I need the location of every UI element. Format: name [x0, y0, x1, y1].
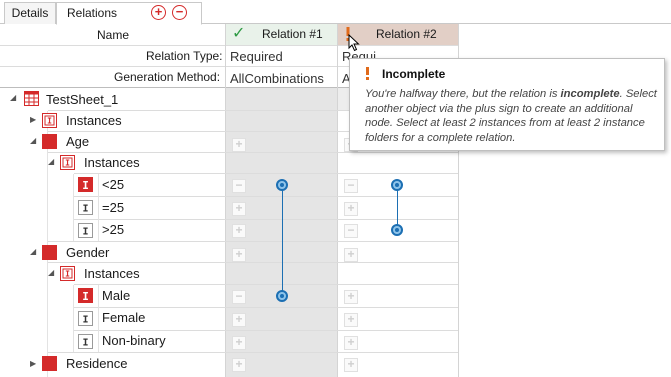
tree-label-age: Age — [66, 134, 90, 149]
tree-label-male: Male — [102, 288, 131, 303]
table-icon — [24, 91, 39, 106]
remove-node-button[interactable]: − — [344, 224, 358, 238]
tooltip-title: Incomplete — [382, 67, 446, 81]
instance-icon: I — [78, 288, 93, 303]
add-node-button[interactable]: + — [232, 224, 246, 238]
add-node-button[interactable]: + — [344, 336, 358, 350]
add-node-button[interactable]: + — [344, 358, 358, 372]
remove-node-button[interactable]: − — [232, 290, 246, 304]
attribute-icon — [42, 245, 57, 260]
relation-type-label: Relation Type: — [146, 49, 223, 63]
add-node-button[interactable]: + — [344, 248, 358, 262]
remove-relation-button[interactable]: − — [172, 5, 187, 20]
tree-label-nonbinary: Non-binary — [102, 333, 166, 348]
instance-folder-icon: I — [60, 266, 75, 281]
relation-2-node-lt25[interactable] — [391, 179, 403, 191]
tab-details-label: Details — [11, 6, 49, 20]
attribute-icon — [42, 134, 57, 149]
attribute-icon — [42, 356, 57, 371]
tree-label-age-instances: Instances — [84, 155, 140, 170]
expand-arrow-icon[interactable]: ◢ — [48, 157, 54, 166]
add-node-button[interactable]: + — [232, 202, 246, 216]
minus-icon: − — [175, 4, 184, 19]
plus-icon: + — [154, 4, 163, 19]
tree-label-gt25: >25 — [102, 222, 125, 237]
relation-1-generation-method[interactable]: AllCombinations — [230, 71, 324, 86]
relation-1-title: Relation #1 — [262, 27, 323, 41]
tab-relations-label: Relations — [67, 6, 118, 20]
svg-text:I: I — [82, 227, 88, 238]
relation-2-title: Relation #2 — [376, 27, 437, 41]
svg-text:I: I — [82, 338, 88, 349]
instance-icon: I — [78, 177, 93, 192]
svg-text:I: I — [65, 159, 70, 168]
svg-text:I: I — [82, 315, 88, 326]
instance-folder-icon: I — [60, 155, 75, 170]
add-node-button[interactable]: + — [344, 290, 358, 304]
tree-label-lt25: <25 — [102, 177, 125, 192]
remove-node-button[interactable]: − — [344, 179, 358, 193]
tab-strip: Details Relations + − — [0, 0, 671, 25]
add-node-button[interactable]: + — [232, 138, 246, 152]
collapsed-arrow-icon[interactable]: ▶ — [30, 359, 36, 368]
expand-arrow-icon[interactable]: ◢ — [10, 93, 16, 102]
relation-1-type[interactable]: Required — [230, 49, 283, 64]
instance-icon: I — [78, 223, 93, 238]
svg-text:I: I — [82, 204, 88, 215]
tree-label-testsheet: TestSheet_1 — [46, 92, 119, 107]
incomplete-tooltip: Incomplete You're halfway there, but the… — [349, 58, 665, 151]
expand-arrow-icon[interactable]: ◢ — [48, 268, 54, 277]
tab-details[interactable]: Details — [4, 2, 56, 24]
add-node-button[interactable]: + — [232, 248, 246, 262]
tree-label-female: Female — [102, 310, 146, 325]
tab-relations[interactable]: Relations + − — [56, 2, 202, 25]
relation-1-node-lt25[interactable] — [276, 179, 288, 191]
expand-arrow-icon[interactable]: ◢ — [30, 136, 36, 145]
relation-1-node-male[interactable] — [276, 290, 288, 302]
instance-icon: I — [78, 334, 93, 349]
instance-folder-icon: I — [42, 113, 57, 128]
add-node-button[interactable]: + — [232, 313, 246, 327]
svg-text:I: I — [65, 270, 70, 279]
svg-text:I: I — [47, 117, 52, 126]
remove-node-button[interactable]: − — [232, 179, 246, 193]
tree-label-instances: Instances — [66, 113, 122, 128]
instance-icon: I — [78, 311, 93, 326]
relation-1-header[interactable]: ✓ Relation #1 — [226, 24, 337, 45]
check-icon: ✓ — [232, 25, 246, 42]
add-node-button[interactable]: + — [232, 336, 246, 350]
svg-text:I: I — [82, 179, 89, 192]
name-column-header: Name — [97, 28, 130, 42]
add-node-button[interactable]: + — [344, 202, 358, 216]
tree-label-residence: Residence — [66, 356, 128, 371]
svg-text:I: I — [82, 290, 89, 303]
add-node-button[interactable]: + — [232, 358, 246, 372]
expand-arrow-icon[interactable]: ◢ — [30, 247, 36, 256]
exclamation-icon — [365, 67, 370, 86]
collapsed-arrow-icon[interactable]: ▶ — [30, 115, 36, 124]
relation-2-node-gt25[interactable] — [391, 224, 403, 236]
add-node-button[interactable]: + — [344, 313, 358, 327]
instance-icon: I — [78, 200, 93, 215]
tree-label-eq25: =25 — [102, 200, 125, 215]
add-relation-button[interactable]: + — [151, 5, 166, 20]
tree-label-gender-instances: Instances — [84, 266, 140, 281]
tree-label-gender: Gender — [66, 245, 110, 260]
mouse-cursor-icon — [348, 33, 360, 57]
relation-1-connector — [282, 184, 283, 296]
tooltip-body-intro: You're halfway there, but the relation i… — [365, 88, 561, 100]
tooltip-body: You're halfway there, but the relation i… — [365, 87, 657, 145]
generation-method-label: Generation Method: — [114, 70, 221, 84]
tooltip-body-emphasis: incomplete — [560, 88, 620, 100]
